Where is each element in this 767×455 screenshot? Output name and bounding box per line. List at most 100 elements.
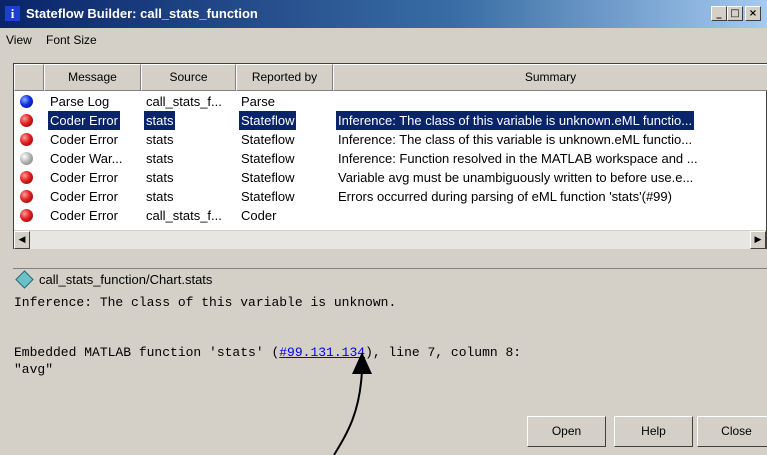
message-table: Message Source Reported by Summary Parse…	[13, 63, 767, 249]
close-button[interactable]: Close	[697, 416, 767, 447]
help-button[interactable]: Help	[614, 416, 693, 447]
error-status-icon	[20, 171, 33, 184]
cell-source: call_stats_f...	[144, 92, 236, 111]
cell-summary: Errors occurred during parsing of eML fu…	[336, 187, 766, 206]
cell-summary-text	[336, 206, 340, 225]
column-header-summary[interactable]: Summary	[333, 64, 767, 91]
info-icon: i	[5, 6, 20, 21]
cell-reported-by-text: Stateflow	[241, 151, 295, 166]
cell-source: call_stats_f...	[144, 206, 236, 225]
cell-summary	[336, 206, 766, 225]
stateflow-builder-window: i Stateflow Builder: call_stats_function…	[0, 0, 767, 455]
cell-reported-by: Stateflow	[239, 111, 333, 130]
cell-message-text: Coder Error	[50, 170, 118, 185]
cell-message-text: Coder Error	[50, 132, 118, 147]
cell-message-text: Coder Error	[50, 189, 118, 204]
cell-reported-by-text: Stateflow	[241, 132, 295, 147]
cell-reported-by: Stateflow	[239, 168, 333, 187]
maximize-button[interactable]: □	[727, 6, 743, 21]
column-header-reported-by[interactable]: Reported by	[236, 64, 333, 91]
info-status-icon	[20, 95, 33, 108]
cell-reported-by-text: Stateflow	[241, 189, 295, 204]
table-row[interactable]: Parse Log call_stats_f... Parse	[14, 92, 767, 111]
title-bar[interactable]: i Stateflow Builder: call_stats_function…	[0, 0, 767, 28]
table-row[interactable]: Coder War... stats Stateflow Inference: Fun…	[14, 149, 767, 168]
table-row[interactable]: Coder Error stats Stateflow Variable avg mu…	[14, 168, 767, 187]
cell-reported-by-text: Parse	[241, 94, 275, 109]
cell-source-text: call_stats_f...	[146, 94, 222, 109]
cell-reported-by-text: Stateflow	[241, 170, 295, 185]
annotation-arrow-shaft	[333, 369, 363, 455]
menu-view[interactable]: View	[6, 33, 32, 47]
chart-diamond-icon	[15, 270, 34, 289]
detail-line-2: Embedded MATLAB function 'stats' (#99.13…	[14, 345, 521, 360]
cell-message: Coder Error	[48, 168, 140, 187]
cell-reported-by: Stateflow	[239, 149, 333, 168]
annotation-arrow-icon	[333, 352, 372, 455]
menu-bar: View Font Size	[0, 28, 767, 54]
cell-message: Coder Error	[48, 187, 140, 206]
cell-summary-text: Errors occurred during parsing of eML fu…	[338, 189, 672, 204]
close-window-button[interactable]: ×	[745, 6, 761, 21]
cell-message-text: Coder Error	[50, 208, 118, 223]
cell-reported-by-text: Coder	[241, 208, 277, 223]
minimize-button[interactable]: _	[711, 6, 727, 21]
annotation-arrow-head	[352, 352, 372, 374]
cell-source-text: stats	[146, 189, 174, 204]
cell-message: Parse Log	[48, 92, 140, 111]
cell-reported-by: Coder	[239, 206, 333, 225]
cell-summary	[336, 92, 766, 111]
cell-source-text: stats	[144, 111, 176, 130]
error-status-icon	[20, 114, 33, 127]
cell-source: stats	[144, 168, 236, 187]
error-status-icon	[20, 133, 33, 146]
cell-message: Coder Error	[48, 111, 140, 130]
cell-summary-text: Inference: Function resolved in the MATL…	[338, 151, 698, 166]
column-header-message[interactable]: Message	[44, 64, 141, 91]
cell-source-text: stats	[146, 132, 174, 147]
detail-line-3: "avg"	[14, 362, 54, 377]
table-row[interactable]: Coder Error call_stats_f... Coder	[14, 206, 767, 225]
table-row[interactable]: Coder Error stats Stateflow Inference: The …	[14, 130, 767, 149]
cell-message-text: Coder War...	[50, 151, 123, 166]
warning-status-icon	[20, 152, 33, 165]
open-button[interactable]: Open	[527, 416, 606, 447]
horizontal-scrollbar[interactable]: ◀ ▶	[14, 230, 766, 249]
cell-source-text: stats	[146, 170, 174, 185]
cell-source-text: call_stats_f...	[146, 208, 222, 223]
scroll-right-arrow-icon[interactable]: ▶	[750, 231, 766, 249]
table-row[interactable]: Coder Error stats Stateflow Errors occurred…	[14, 187, 767, 206]
cell-message-text: Coder Error	[48, 111, 120, 130]
cell-reported-by: Stateflow	[239, 187, 333, 206]
cell-summary-text: Inference: The class of this variable is…	[338, 132, 693, 147]
cell-source: stats	[144, 130, 236, 149]
menu-font-size[interactable]: Font Size	[46, 33, 97, 47]
column-header-source[interactable]: Source	[141, 64, 236, 91]
cell-message: Coder Error	[48, 206, 140, 225]
cell-summary-text	[336, 92, 340, 111]
cell-source: stats	[144, 149, 236, 168]
detail-line-1: Inference: The class of this variable is…	[14, 295, 397, 310]
cell-summary: Inference: The class of this variable is…	[336, 111, 766, 130]
object-path-label: call_stats_function/Chart.stats	[39, 272, 213, 287]
scroll-left-arrow-icon[interactable]: ◀	[14, 231, 30, 249]
cell-summary: Inference: Function resolved in the MATL…	[336, 149, 766, 168]
cell-source: stats	[144, 187, 236, 206]
cell-summary: Inference: The class of this variable is…	[336, 130, 766, 149]
error-status-icon	[20, 190, 33, 203]
path-bar: call_stats_function/Chart.stats	[13, 268, 767, 291]
cell-message-text: Parse Log	[50, 94, 110, 109]
cell-reported-by-text: Stateflow	[239, 111, 297, 130]
column-header-status[interactable]	[14, 64, 44, 91]
cell-summary-text: Variable avg must be unambiguously writt…	[338, 170, 694, 185]
window-title: Stateflow Builder: call_stats_function	[26, 6, 258, 21]
cell-message: Coder War...	[48, 149, 140, 168]
cell-message: Coder Error	[48, 130, 140, 149]
table-header: Message Source Reported by Summary	[14, 64, 767, 91]
table-row[interactable]: Coder Error stats Stateflow Inference: The …	[14, 111, 767, 130]
error-status-icon	[20, 209, 33, 222]
cell-source: stats	[144, 111, 236, 130]
cell-reported-by: Parse	[239, 92, 333, 111]
cell-summary-text: Inference: The class of this variable is…	[336, 111, 695, 130]
cell-source-text: stats	[146, 151, 174, 166]
